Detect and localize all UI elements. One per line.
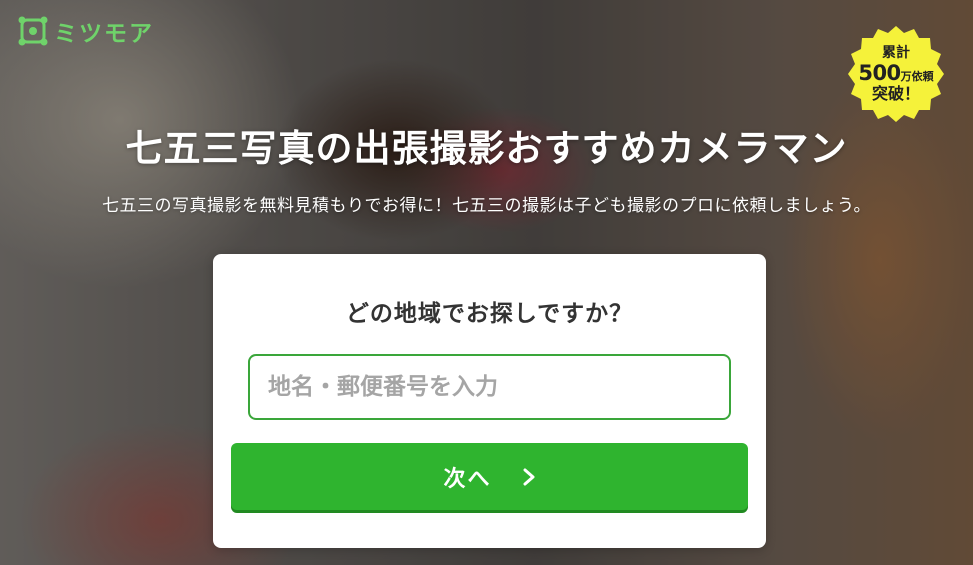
logo-mark-icon xyxy=(18,16,48,46)
next-button-label: 次へ xyxy=(443,466,492,492)
badge-unit: 万依頼 xyxy=(900,69,934,83)
page-title: 七五三写真の出張撮影おすすめカメラマン xyxy=(125,127,848,170)
badge-label: 累計 xyxy=(882,44,910,61)
next-button[interactable]: 次へ xyxy=(231,443,748,510)
logo[interactable]: ミツモア xyxy=(18,14,154,48)
chevron-right-icon xyxy=(523,468,534,485)
page-subtitle: 七五三の写真撮影を無料見積もりでお得に！七五三の撮影は子ども撮影のプロに依頼しま… xyxy=(102,196,871,216)
logo-text: ミツモア xyxy=(54,21,154,47)
badge-suffix: 突破！ xyxy=(871,83,920,103)
search-question: どの地域でお探しですか？ xyxy=(345,301,634,327)
badge-number: 500 xyxy=(858,60,901,85)
location-input[interactable] xyxy=(248,354,731,420)
achievement-badge: 累計 500 万依頼 突破！ xyxy=(846,24,946,124)
search-card: どの地域でお探しですか？ 次へ xyxy=(213,254,766,548)
